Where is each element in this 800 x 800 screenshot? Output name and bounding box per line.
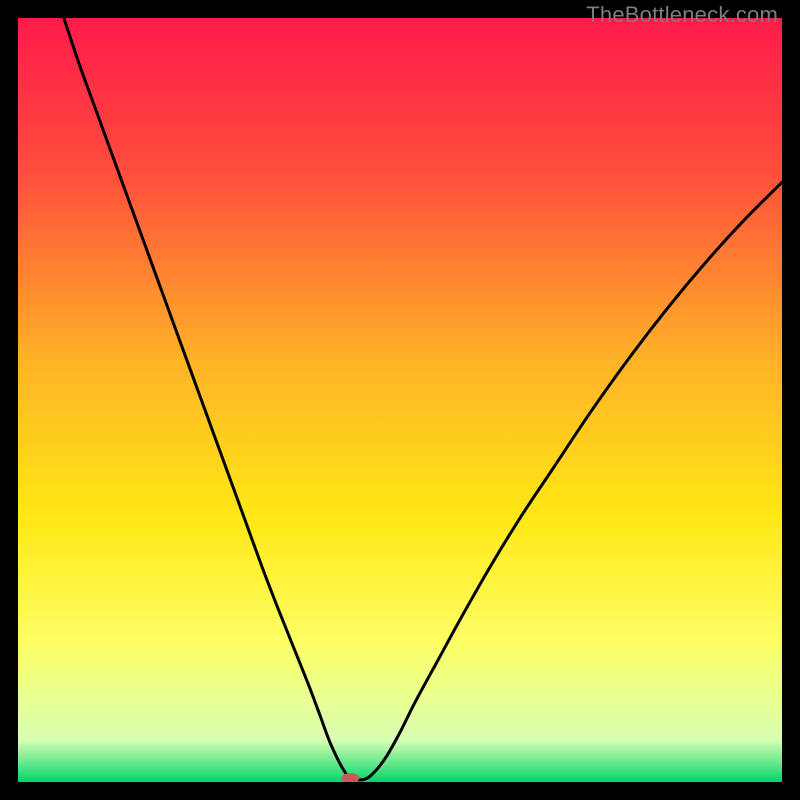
chart-frame: [18, 18, 782, 782]
bottleneck-chart: [18, 18, 782, 782]
gradient-background: [18, 18, 782, 782]
watermark-text: TheBottleneck.com: [586, 2, 778, 28]
